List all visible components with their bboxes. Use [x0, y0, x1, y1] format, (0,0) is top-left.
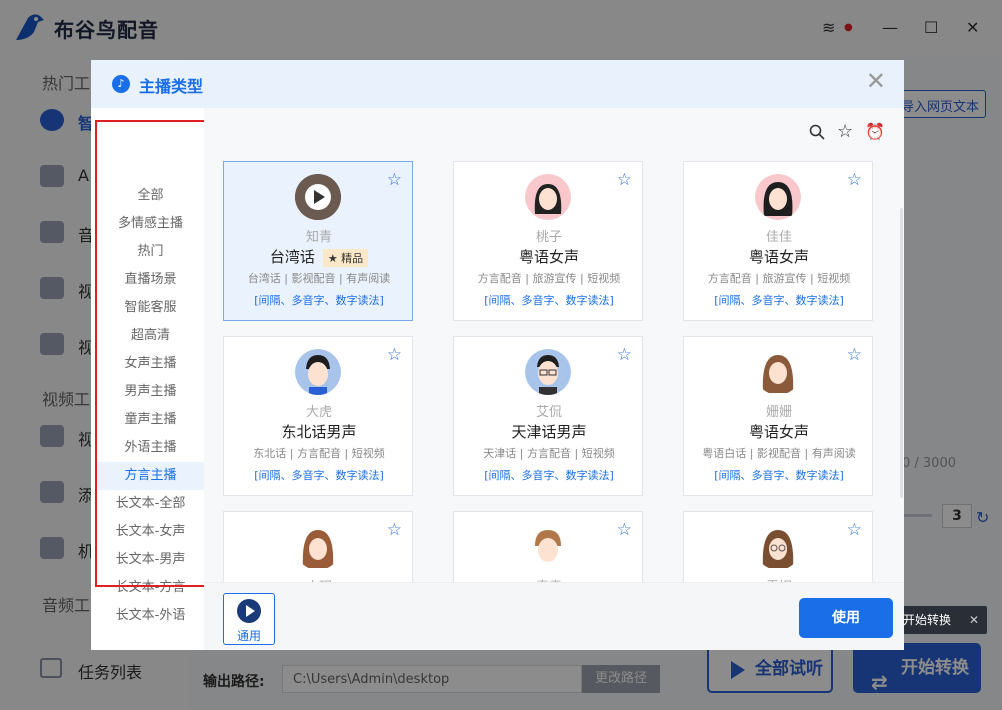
category-item[interactable]: 长文本-外语 — [95, 602, 206, 630]
category-item[interactable]: 男声主播 — [95, 378, 206, 406]
use-button[interactable]: 使用 — [799, 598, 893, 638]
anchor-grid-panel: ☆ ⏰ ☆ 知青 台湾话 ★ 精品 台湾话 | 影视配音 | 有声阅读 [间隔、多… — [204, 108, 904, 650]
anchor-type: 粤语女声 — [748, 248, 809, 266]
tooltip-close-icon[interactable]: ✕ — [969, 606, 979, 634]
star-icon[interactable]: ☆ — [387, 170, 402, 190]
anchor-card[interactable]: ☆ 艾侃 天津话男声 天津话 | 方言配音 | 短视频 [间隔、多音字、数字读法… — [453, 336, 643, 496]
category-item-active[interactable]: 方言主播 — [95, 462, 206, 490]
dialog-title: 主播类型 — [139, 77, 204, 96]
anchor-tags: 天津话 | 方言配音 | 短视频 — [483, 447, 615, 460]
anchor-card[interactable]: ☆ 知青 台湾话 ★ 精品 台湾话 | 影视配音 | 有声阅读 [间隔、多音字、数… — [223, 161, 413, 321]
premium-badge: ★ 精品 — [322, 248, 369, 267]
anchor-type-text: 台湾话 — [269, 248, 315, 266]
avatar — [525, 524, 571, 570]
start-convert-tooltip: 开始转换 ✕ — [895, 606, 987, 634]
anchor-tags: 方言配音 | 旅游宣传 | 短视频 — [707, 272, 851, 285]
anchor-grid: ☆ 知青 台湾话 ★ 精品 台湾话 | 影视配音 | 有声阅读 [间隔、多音字、数… — [204, 158, 904, 630]
anchor-name: 姗姗 — [765, 405, 792, 420]
anchor-name: 艾侃 — [535, 405, 562, 420]
grid-scrollbar[interactable] — [900, 208, 903, 498]
star-icon[interactable]: ☆ — [387, 345, 402, 365]
avatar — [295, 524, 341, 570]
avatar — [525, 349, 571, 395]
category-item[interactable]: 长文本-男声 — [95, 546, 206, 574]
anchor-card[interactable]: ☆ 大虎 东北话男声 东北话 | 方言配音 | 短视频 [间隔、多音字、数字读法… — [223, 336, 413, 496]
anchor-type-dialog: ♪ 主播类型 ✕ 全部 多情感主播 热门 直播场景 智能客服 超高清 女声主播 … — [91, 60, 904, 650]
pronunciation-link[interactable]: [间隔、多音字、数字读法] — [454, 467, 644, 483]
anchor-name: 知青 — [305, 230, 332, 245]
general-voice-button[interactable]: 通用 — [223, 593, 275, 645]
category-item[interactable]: 全部 — [95, 182, 206, 210]
anchor-tags: 方言配音 | 旅游宣传 | 短视频 — [477, 272, 621, 285]
pronunciation-link[interactable]: [间隔、多音字、数字读法] — [454, 292, 644, 308]
category-list: 全部 多情感主播 热门 直播场景 智能客服 超高清 女声主播 男声主播 童声主播… — [91, 108, 206, 650]
category-item[interactable]: 长文本-女声 — [95, 518, 206, 546]
star-icon[interactable]: ☆ — [617, 345, 632, 365]
anchor-tags: 台湾话 | 影视配音 | 有声阅读 — [247, 272, 391, 285]
category-item[interactable]: 直播场景 — [95, 266, 206, 294]
dialog-header: ♪ 主播类型 ✕ — [91, 60, 904, 108]
pronunciation-link[interactable]: [间隔、多音字、数字读法] — [224, 467, 414, 483]
pronunciation-link[interactable]: [间隔、多音字、数字读法] — [224, 292, 414, 308]
music-note-icon: ♪ — [112, 75, 130, 93]
star-icon[interactable]: ☆ — [847, 170, 862, 190]
history-clock-icon[interactable]: ⏰ — [865, 122, 885, 141]
star-icon[interactable]: ☆ — [387, 520, 402, 540]
anchor-card[interactable]: ☆ 佳佳 粤语女声 方言配音 | 旅游宣传 | 短视频 [间隔、多音字、数字读法… — [683, 161, 873, 321]
avatar — [295, 349, 341, 395]
general-label: 通用 — [236, 629, 261, 643]
anchor-name: 佳佳 — [765, 230, 792, 245]
anchor-type: 台湾话 ★ 精品 — [224, 246, 414, 267]
avatar — [525, 174, 571, 220]
pronunciation-link[interactable]: [间隔、多音字、数字读法] — [684, 292, 874, 308]
category-item[interactable]: 童声主播 — [95, 406, 206, 434]
star-icon[interactable]: ☆ — [617, 170, 632, 190]
close-icon[interactable]: ✕ — [866, 68, 886, 94]
anchor-type: 天津话男声 — [511, 423, 587, 441]
search-icon[interactable] — [809, 124, 825, 144]
favorites-icon[interactable]: ☆ — [837, 121, 853, 142]
avatar — [755, 524, 801, 570]
category-item[interactable]: 长文本-方言 — [95, 574, 206, 602]
anchor-name: 大虎 — [305, 405, 332, 420]
avatar — [755, 174, 801, 220]
anchor-tags: 粤语白话 | 影视配音 | 有声阅读 — [702, 447, 856, 460]
category-item[interactable]: 女声主播 — [95, 350, 206, 378]
tooltip-text: 开始转换 — [903, 613, 952, 627]
anchor-type: 粤语女声 — [748, 423, 809, 441]
star-icon[interactable]: ☆ — [617, 520, 632, 540]
anchor-type: 粤语女声 — [518, 248, 579, 266]
category-item[interactable]: 热门 — [95, 238, 206, 266]
category-item[interactable]: 智能客服 — [95, 294, 206, 322]
dialog-footer: 通用 使用 — [204, 582, 904, 650]
play-circle-icon — [237, 599, 261, 623]
category-item[interactable]: 外语主播 — [95, 434, 206, 462]
avatar — [755, 349, 801, 395]
anchor-card[interactable]: ☆ 桃子 粤语女声 方言配音 | 旅游宣传 | 短视频 [间隔、多音字、数字读法… — [453, 161, 643, 321]
anchor-card[interactable]: ☆ 姗姗 粤语女声 粤语白话 | 影视配音 | 有声阅读 [间隔、多音字、数字读… — [683, 336, 873, 496]
star-icon[interactable]: ☆ — [847, 345, 862, 365]
category-item[interactable]: 多情感主播 — [95, 210, 206, 238]
pronunciation-link[interactable]: [间隔、多音字、数字读法] — [684, 467, 874, 483]
anchor-name: 桃子 — [535, 230, 562, 245]
category-item[interactable]: 长文本-全部 — [95, 490, 206, 518]
anchor-type: 东北话男声 — [281, 423, 357, 441]
anchor-tags: 东北话 | 方言配音 | 短视频 — [253, 447, 385, 460]
category-item[interactable]: 超高清 — [95, 322, 206, 350]
avatar — [295, 174, 341, 220]
star-icon[interactable]: ☆ — [847, 520, 862, 540]
